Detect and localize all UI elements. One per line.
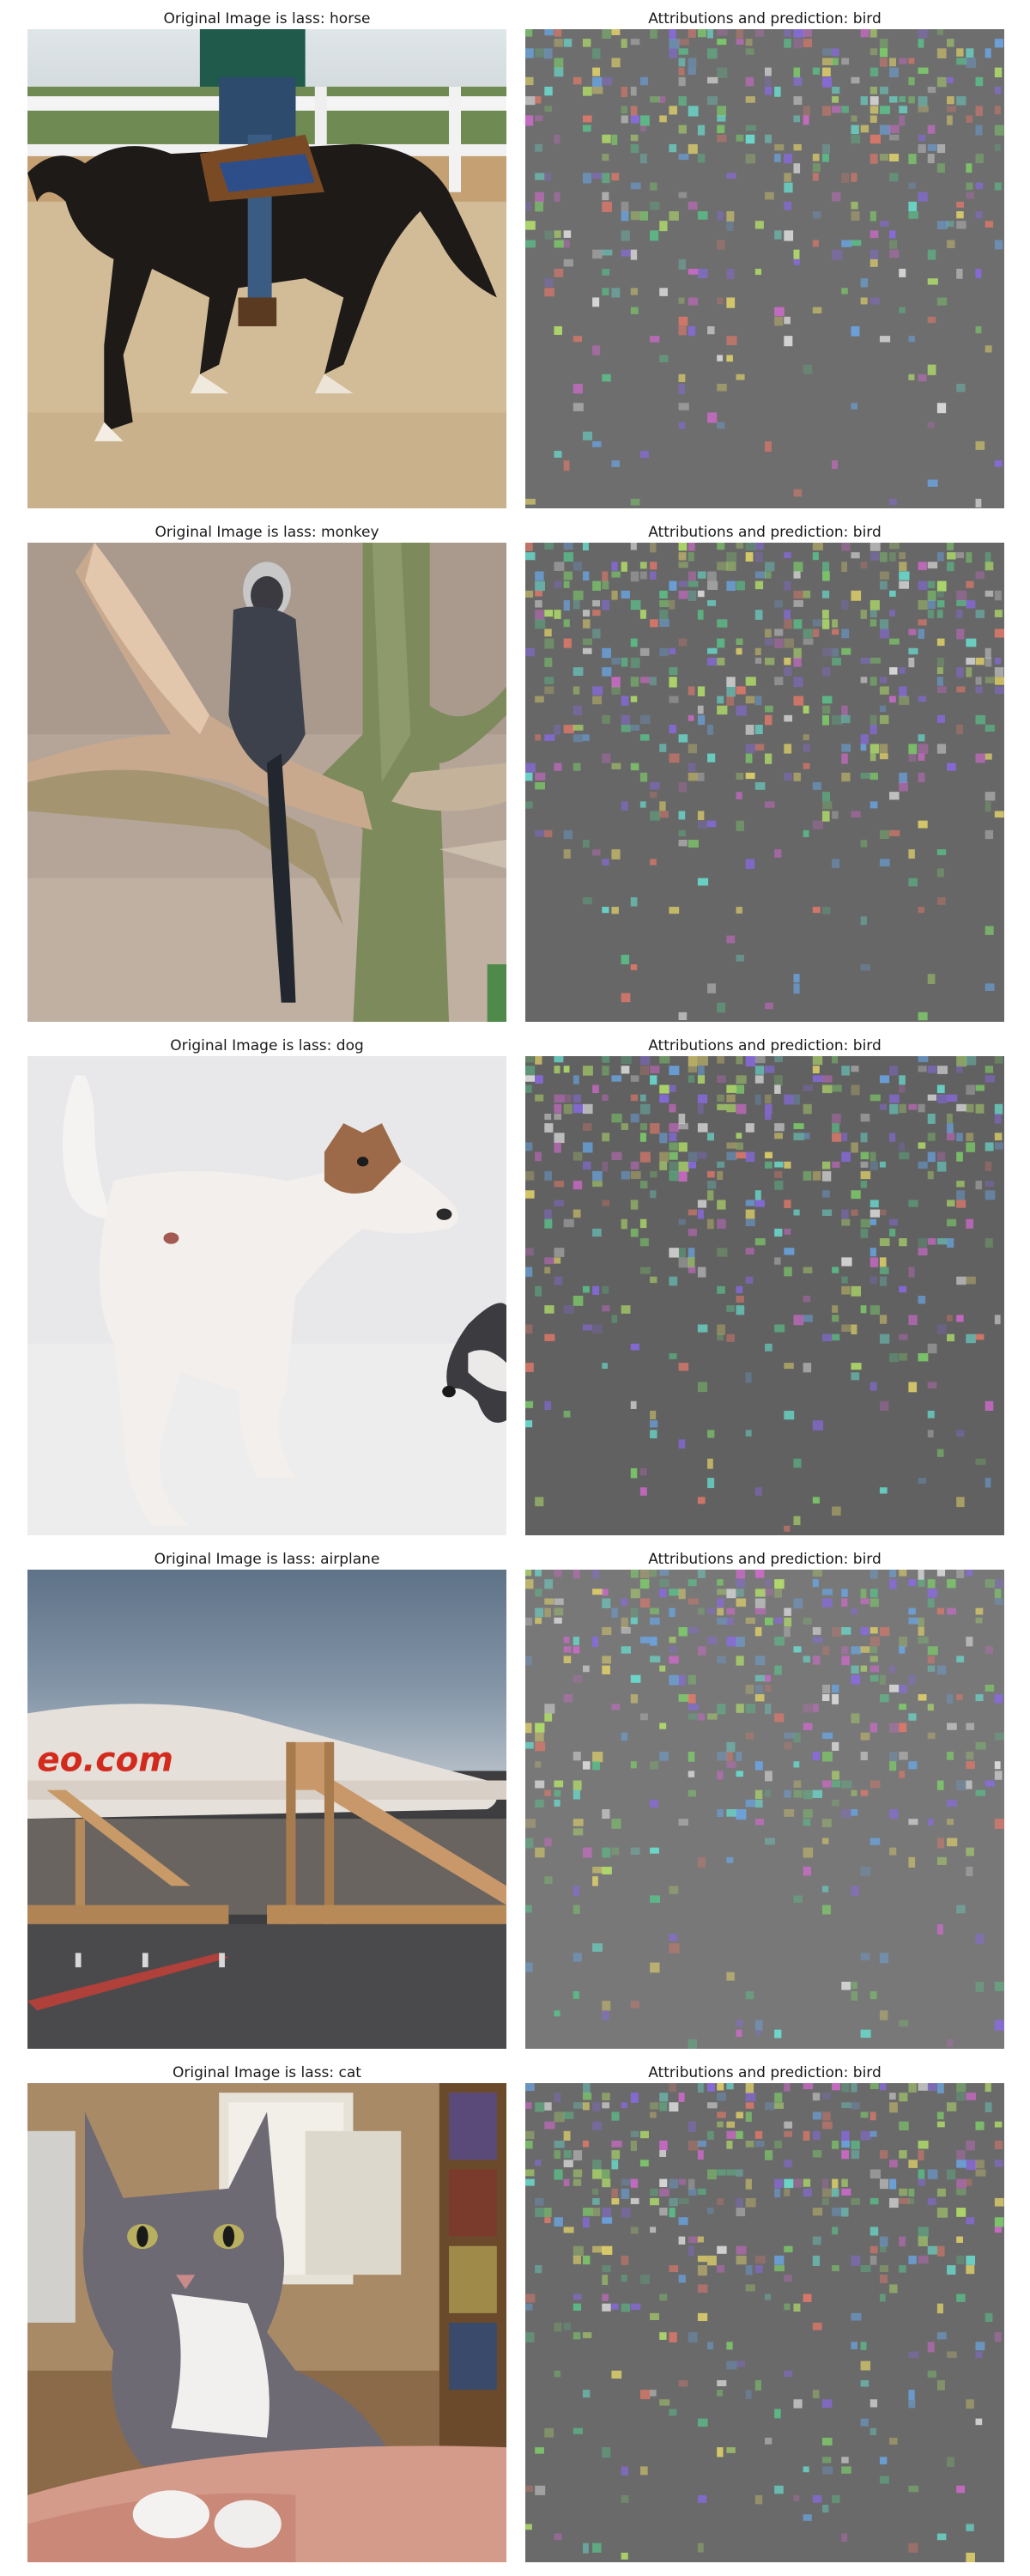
attribution-map-cat (525, 2083, 1004, 2562)
original-image-title: Original Image is lass: dog (170, 1037, 364, 1054)
attribution-title: Attributions and prediction: bird (648, 1037, 882, 1054)
attribution-title: Attributions and prediction: bird (648, 10, 882, 27)
original-image-horse (27, 29, 506, 508)
attribution-map-dog (525, 1056, 1004, 1535)
original-image-dog (27, 1056, 506, 1535)
attribution-map-airplane (525, 1570, 1004, 2049)
attribution-map-monkey (525, 543, 1004, 1022)
svg-text:eo.com: eo.com (37, 1741, 173, 1779)
attribution-map-horse (525, 29, 1004, 508)
attribution-figure: Original Image is lass: horse Attributio… (0, 0, 1030, 2576)
original-image-title: Original Image is lass: horse (163, 10, 371, 27)
attribution-title: Attributions and prediction: bird (648, 1551, 882, 1568)
original-image-monkey (27, 543, 506, 1022)
original-image-title: Original Image is lass: airplane (154, 1551, 380, 1568)
attribution-title: Attributions and prediction: bird (648, 524, 882, 541)
attribution-title: Attributions and prediction: bird (648, 2064, 882, 2081)
original-image-cat (27, 2083, 506, 2562)
original-image-airplane: eo.com (27, 1570, 506, 2049)
original-image-title: Original Image is lass: cat (173, 2064, 361, 2081)
original-image-title: Original Image is lass: monkey (154, 524, 379, 541)
